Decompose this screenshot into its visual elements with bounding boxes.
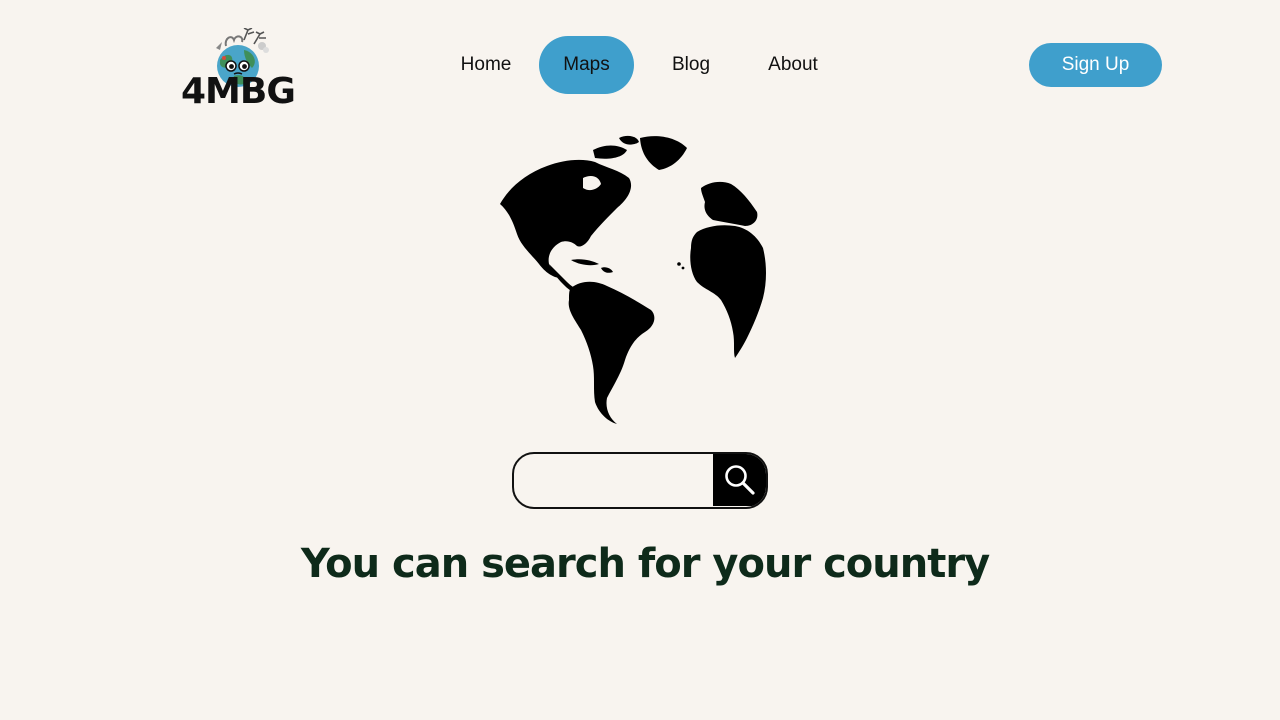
sign-up-button[interactable]: Sign Up xyxy=(1029,43,1162,87)
nav-item-maps[interactable]: Maps xyxy=(539,36,634,94)
magnifier-icon xyxy=(725,465,755,495)
page: 4MBG Home Maps Blog About Sign Up You ca… xyxy=(0,0,1280,720)
nav-item-about[interactable]: About xyxy=(752,36,834,94)
country-search xyxy=(512,452,768,509)
nav-item-home[interactable]: Home xyxy=(446,36,526,94)
search-button[interactable] xyxy=(713,454,766,506)
search-input[interactable] xyxy=(514,454,714,506)
nav-item-blog[interactable]: Blog xyxy=(655,36,727,94)
world-globe-icon xyxy=(500,135,766,424)
page-heading: You can search for your country xyxy=(300,541,990,587)
